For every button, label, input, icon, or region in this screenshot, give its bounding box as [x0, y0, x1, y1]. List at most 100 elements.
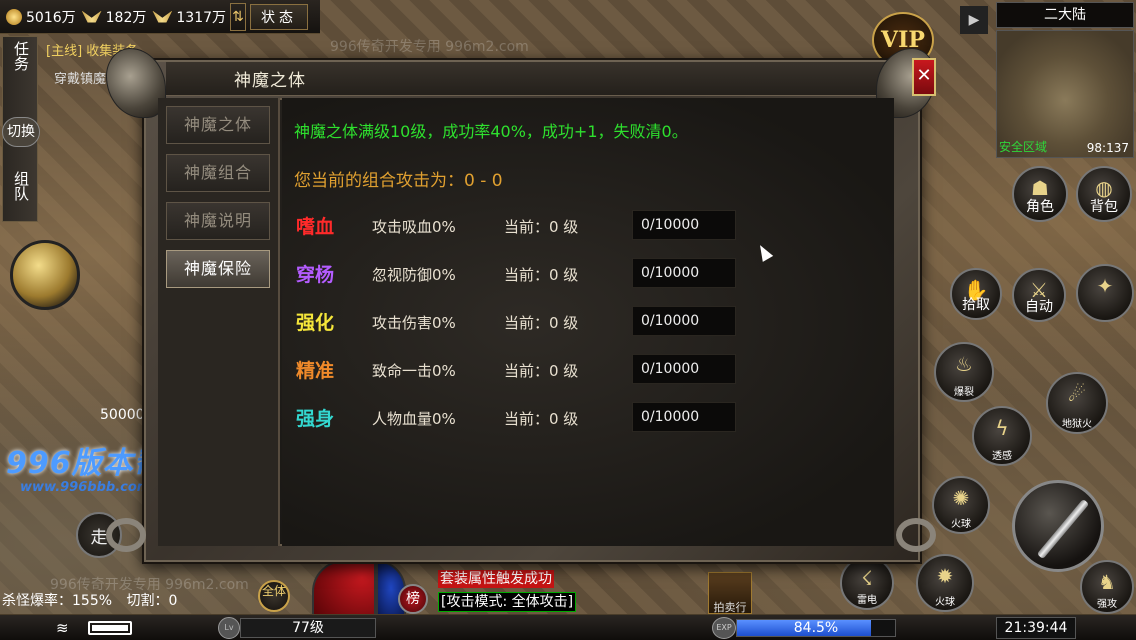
attribute-level: 当前：0 级: [504, 218, 579, 236]
exp-badge: EXP: [712, 617, 736, 639]
hp-orb: [312, 560, 376, 616]
ranking-button[interactable]: 榜: [398, 584, 428, 614]
auction-button[interactable]: 拍卖行: [708, 572, 752, 614]
attribute-desc: 攻击伤害0%: [372, 314, 456, 332]
attribute-progress: 0/10000: [632, 354, 736, 384]
battery-icon: [88, 621, 132, 635]
burst-label: 爆裂: [954, 387, 974, 398]
attribute-row: 穿杨 忽视防御0% 当前：0 级 0/10000: [294, 258, 894, 288]
resource-toggle-button[interactable]: ⇅: [230, 2, 247, 31]
dialog-sidebar: 神魔之体 神魔组合 神魔说明 神魔保险: [158, 98, 280, 546]
skill-orb-button[interactable]: [10, 240, 80, 310]
dialog-title: 神魔之体: [234, 71, 306, 91]
attribute-progress: 0/10000: [632, 258, 736, 288]
kill-rate-text: 杀怪爆率：155% 切割：0: [2, 590, 177, 610]
ingot-display: 182万: [81, 7, 147, 27]
auto-button[interactable]: ⚔ 自动: [1012, 268, 1066, 322]
strong-attack-button[interactable]: ♞ 强攻: [1080, 560, 1134, 614]
team-tab-label: 组队: [12, 171, 30, 201]
attribute-level: 当前：0 级: [504, 362, 579, 380]
attack-all-button[interactable]: 全体: [258, 580, 290, 612]
auto-label: 自动: [1025, 299, 1053, 315]
pickup-button[interactable]: ✋ 拾取: [950, 268, 1002, 320]
map-coordinates: 98:137: [1086, 141, 1129, 155]
chain-ornament-left: [106, 518, 146, 552]
attribute-desc: 人物血量0%: [372, 410, 456, 428]
lightning-icon: ϟ: [995, 416, 1009, 440]
tab-shenmo-combo[interactable]: 神魔组合: [166, 154, 270, 192]
combo-attack-info: 您当前的组合攻击为：0 - 0: [294, 171, 503, 191]
bound-ingot-icon: [152, 10, 173, 23]
minimap[interactable]: 安全区域 98:137: [996, 30, 1134, 158]
bound-ingot-display: 1317万: [152, 7, 226, 27]
exp-bar: 84.5%: [736, 619, 896, 637]
close-button[interactable]: ✕: [912, 58, 936, 96]
flame-icon: ♨: [955, 352, 973, 376]
exp-percent: 84.5%: [793, 620, 839, 636]
tab-shenmo-help[interactable]: 神魔说明: [166, 202, 270, 240]
hell-fire-skill-button[interactable]: ☄ 地狱火: [1046, 372, 1108, 434]
attribute-row: 精准 致命一击0% 当前：0 级 0/10000: [294, 354, 894, 384]
main-attack-button[interactable]: [1012, 480, 1104, 572]
gold-coin-icon: [6, 8, 22, 25]
skill-button[interactable]: ✦: [1076, 264, 1134, 322]
role-label: 角色: [1026, 199, 1054, 215]
team-tab[interactable]: 组队: [3, 171, 39, 206]
warrior-icon: ♞: [1098, 570, 1116, 594]
fireball-label: 火球: [951, 519, 971, 530]
attribute-progress: 0/10000: [632, 306, 736, 336]
ingot-amount: 182万: [105, 9, 147, 26]
sword-icon: [1036, 498, 1090, 560]
bag-button[interactable]: ◍ 背包: [1076, 166, 1132, 222]
task-tab-label: 任务: [12, 41, 30, 71]
attribute-level: 当前：0 级: [504, 410, 579, 428]
left-side-tabs: 任务 切换 组队: [2, 36, 40, 222]
map-name: 二大陆: [996, 2, 1134, 28]
level-badge: Lv: [218, 617, 240, 639]
wifi-icon: ≋: [56, 619, 69, 637]
bottom-status-bar: ≋ Lv 77级 EXP 84.5% 21:39:44: [0, 614, 1136, 640]
attribute-name: 精准: [296, 360, 335, 382]
hell-fire-label: 地狱火: [1062, 419, 1092, 430]
task-tab[interactable]: 任务: [3, 41, 39, 76]
shuriken-icon: ✦: [1096, 274, 1114, 298]
safe-zone-label: 安全区域: [999, 140, 1048, 154]
tab-shenmo-insurance[interactable]: 神魔保险: [166, 250, 270, 288]
penetrate-skill-button[interactable]: ϟ 透感: [972, 406, 1032, 466]
tab-shenmo-body[interactable]: 神魔之体: [166, 106, 270, 144]
max-level-info: 神魔之体满级10级，成功率40%，成功+1，失败清0。: [294, 122, 688, 141]
thunder-icon: ☇: [861, 566, 873, 590]
attribute-name: 穿杨: [296, 264, 335, 286]
pickup-label: 拾取: [962, 297, 990, 313]
burst-skill-button[interactable]: ♨ 爆裂: [934, 342, 994, 402]
attribute-name: 嗜血: [296, 216, 335, 238]
attribute-row: 嗜血 攻击吸血0% 当前：0 级 0/10000: [294, 210, 894, 240]
gold-amount: 5016万: [26, 9, 76, 26]
status-button[interactable]: 状态: [250, 3, 309, 30]
penetrate-label: 透感: [992, 451, 1012, 462]
fireball-skill-button[interactable]: ✺ 火球: [932, 476, 990, 534]
fireball-icon: ✺: [952, 486, 970, 510]
gold-display: 5016万: [6, 7, 76, 27]
thunder-label: 雷电: [857, 595, 877, 606]
attribute-level: 当前：0 级: [504, 314, 579, 332]
chain-ornament-right: [896, 518, 936, 552]
expand-arrow-button[interactable]: ▶: [960, 6, 988, 34]
resource-bar: 5016万 182万 1317万 ⇅ 状态: [0, 0, 320, 34]
attribute-desc: 攻击吸血0%: [372, 218, 456, 236]
hellfire-icon: ☄: [1068, 382, 1086, 406]
attribute-desc: 致命一击0%: [372, 362, 456, 380]
switch-tab[interactable]: 切换: [2, 117, 40, 147]
attribute-level: 当前：0 级: [504, 266, 579, 284]
attribute-name: 强身: [296, 408, 335, 430]
fireball2-label: 火球: [935, 597, 955, 608]
shenmo-dialog: 神魔之体 ✕ 神魔之体 神魔组合 神魔说明 神魔保险 神魔之体满级10级，成功率…: [106, 48, 936, 568]
bound-ingot-amount: 1317万: [176, 9, 227, 26]
attribute-desc: 忽视防御0%: [372, 266, 456, 284]
level-display: 77级: [240, 618, 376, 638]
kill-drop-rate: 杀怪爆率：155%: [2, 593, 113, 609]
attribute-progress: 0/10000: [632, 402, 736, 432]
bag-label: 背包: [1090, 199, 1118, 215]
ingot-icon: [81, 10, 102, 23]
role-button[interactable]: ☗ 角色: [1012, 166, 1068, 222]
